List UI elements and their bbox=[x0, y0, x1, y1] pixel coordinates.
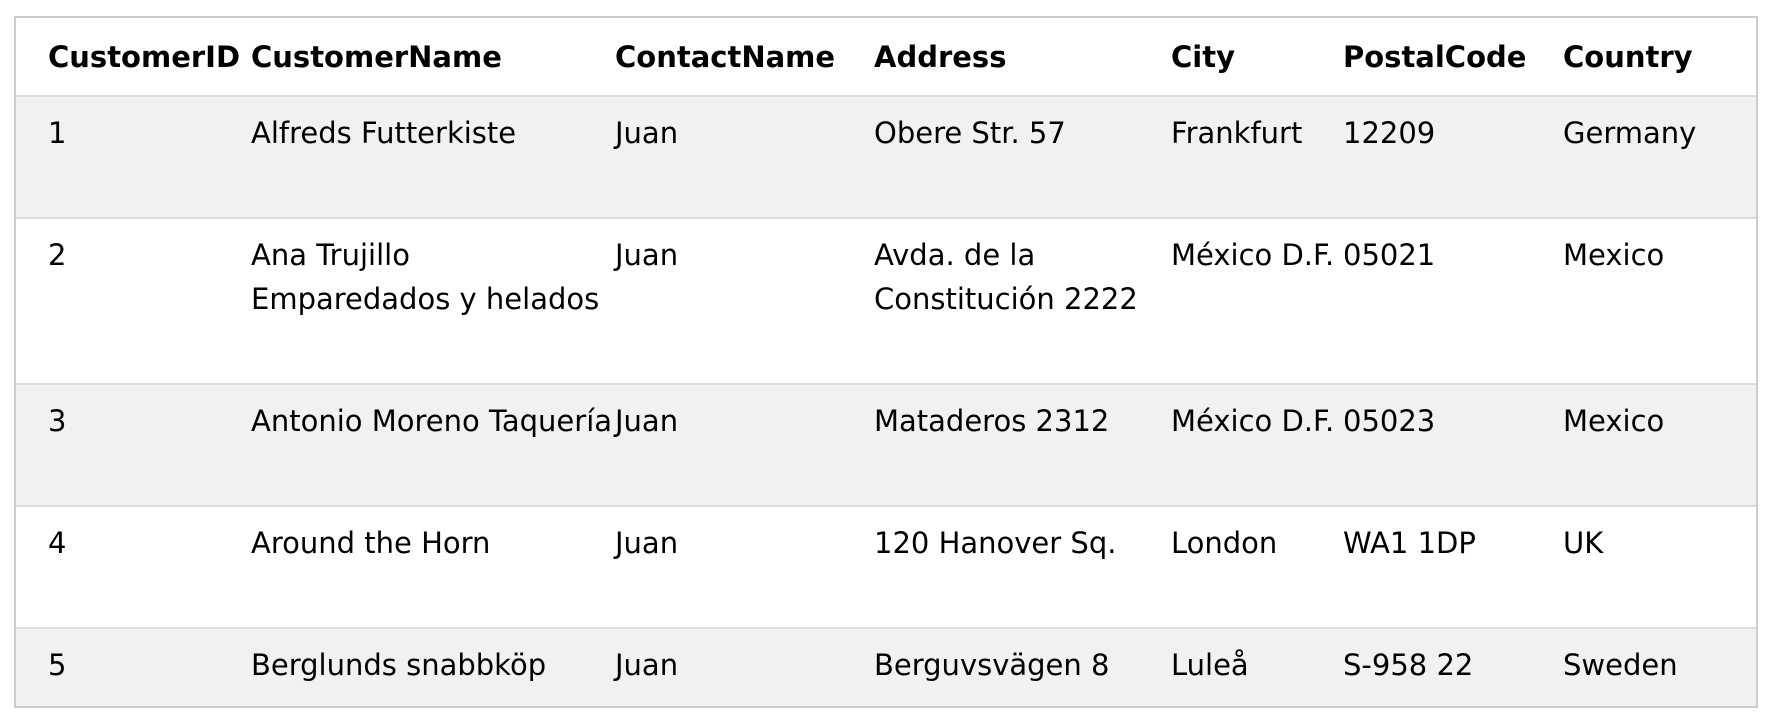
cell-country: Mexico bbox=[1563, 238, 1665, 272]
column-header-contact-name: ContactName bbox=[615, 40, 836, 74]
cell-contact-name: Juan bbox=[615, 526, 679, 560]
cell-customer-id: 2 bbox=[48, 238, 67, 272]
cell-customer-name: Berglunds snabbköp bbox=[251, 648, 547, 682]
customers-table-container: CustomerID CustomerName ContactName Addr… bbox=[14, 16, 1758, 708]
cell-customer-name: Ana Trujillo Emparedados y helados bbox=[251, 238, 600, 316]
cell-contact-name: Juan bbox=[615, 116, 679, 150]
cell-address: Obere Str. 57 bbox=[874, 116, 1066, 150]
column-header-customer-name: CustomerName bbox=[251, 40, 502, 74]
table-row: 3 Antonio Moreno Taquería Juan Mataderos… bbox=[16, 384, 1756, 506]
cell-contact-name: Juan bbox=[615, 404, 679, 438]
cell-postal-code: WA1 1DP bbox=[1343, 526, 1476, 560]
table-row: 4 Around the Horn Juan 120 Hanover Sq. L… bbox=[16, 506, 1756, 628]
cell-customer-id: 5 bbox=[48, 648, 67, 682]
cell-customer-name: Alfreds Futterkiste bbox=[251, 116, 517, 150]
cell-address: Berguvsvägen 8 bbox=[874, 648, 1110, 682]
cell-customer-id: 4 bbox=[48, 526, 67, 560]
cell-customer-id: 1 bbox=[48, 116, 67, 150]
customers-table: CustomerID CustomerName ContactName Addr… bbox=[16, 18, 1756, 706]
cell-country: Germany bbox=[1563, 116, 1697, 150]
table-row: 1 Alfreds Futterkiste Juan Obere Str. 57… bbox=[16, 96, 1756, 218]
table-row: 5 Berglunds snabbköp Juan Berguvsvägen 8… bbox=[16, 628, 1756, 706]
cell-city: London bbox=[1171, 526, 1278, 560]
column-header-postal-code: PostalCode bbox=[1343, 40, 1527, 74]
cell-contact-name: Juan bbox=[615, 648, 679, 682]
cell-country: UK bbox=[1563, 526, 1604, 560]
column-header-country: Country bbox=[1563, 40, 1693, 74]
cell-contact-name: Juan bbox=[615, 238, 679, 272]
cell-postal-code: 12209 bbox=[1343, 116, 1436, 150]
cell-customer-name: Antonio Moreno Taquería bbox=[251, 404, 613, 438]
cell-country: Mexico bbox=[1563, 404, 1665, 438]
table-row: 2 Ana Trujillo Emparedados y helados Jua… bbox=[16, 218, 1756, 384]
cell-city: México D.F. bbox=[1171, 238, 1335, 272]
column-header-address: Address bbox=[874, 40, 1007, 74]
cell-address: Avda. de la Constitución 2222 bbox=[874, 238, 1138, 316]
cell-postal-code: 05021 bbox=[1343, 238, 1436, 272]
cell-address: 120 Hanover Sq. bbox=[874, 526, 1117, 560]
cell-postal-code: 05023 bbox=[1343, 404, 1436, 438]
cell-customer-name: Around the Horn bbox=[251, 526, 491, 560]
column-header-customer-id: CustomerID bbox=[48, 40, 241, 74]
table-header-row: CustomerID CustomerName ContactName Addr… bbox=[16, 18, 1756, 96]
cell-city: Frankfurt bbox=[1171, 116, 1303, 150]
cell-customer-id: 3 bbox=[48, 404, 67, 438]
cell-city: México D.F. bbox=[1171, 404, 1335, 438]
cell-city: Luleå bbox=[1171, 648, 1249, 682]
cell-country: Sweden bbox=[1563, 648, 1678, 682]
cell-postal-code: S-958 22 bbox=[1343, 648, 1474, 682]
cell-address: Mataderos 2312 bbox=[874, 404, 1110, 438]
column-header-city: City bbox=[1171, 40, 1235, 74]
